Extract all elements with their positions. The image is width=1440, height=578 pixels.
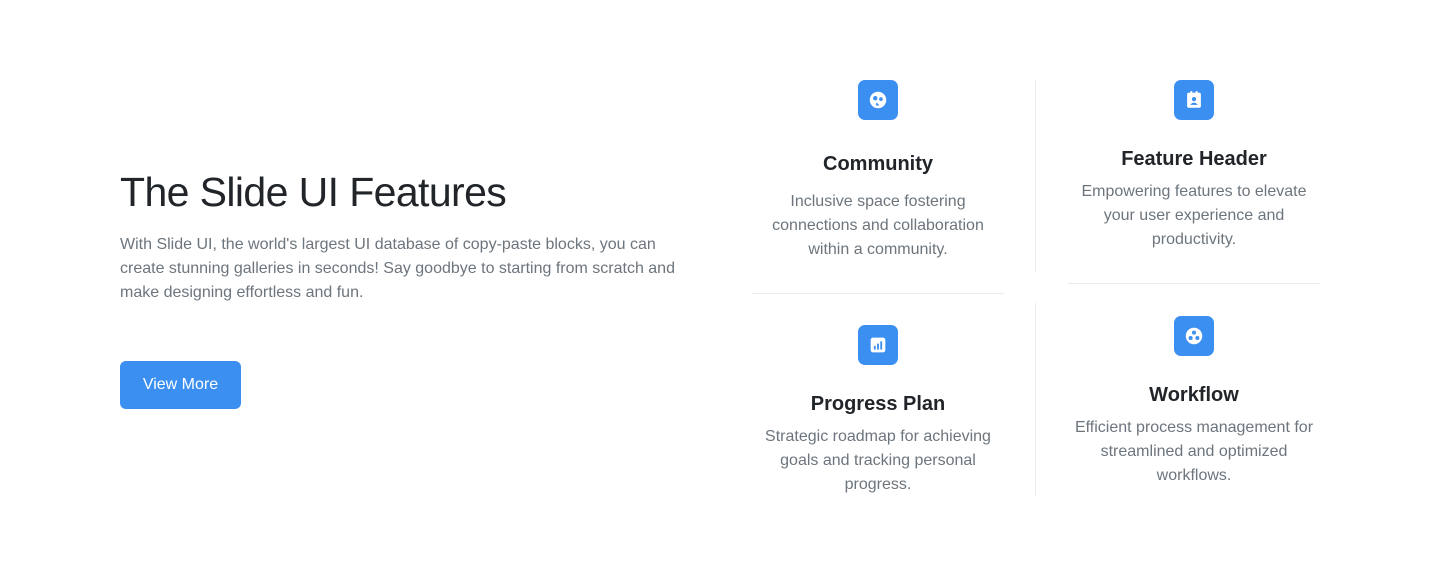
row-divider-left	[752, 293, 1004, 294]
view-more-button[interactable]: View More	[120, 361, 241, 409]
hero-description: With Slide UI, the world's largest UI da…	[120, 236, 675, 301]
feature-card-community: Community Inclusive space fostering conn…	[752, 80, 1004, 262]
feature-title: Community	[823, 153, 933, 175]
page-title: The Slide UI Features	[120, 169, 507, 215]
feature-card-feature-header: Feature Header Empowering features to el…	[1068, 80, 1320, 252]
column-divider-bottom	[1035, 303, 1036, 496]
community-icon	[858, 80, 898, 120]
contact-card-icon	[1174, 80, 1214, 120]
feature-description: Empowering features to elevate your user…	[1081, 183, 1307, 248]
row-divider-right	[1068, 283, 1320, 284]
column-divider-top	[1035, 80, 1036, 272]
feature-title: Feature Header	[1121, 148, 1267, 170]
feature-description: Strategic roadmap for achieving goals an…	[765, 428, 991, 493]
feature-title: Workflow	[1149, 384, 1239, 406]
feature-card-progress-plan: Progress Plan Strategic roadmap for achi…	[752, 325, 1004, 497]
workflow-icon	[1174, 316, 1214, 356]
hero-section: The Slide UI Features With Slide UI, the…	[120, 166, 680, 305]
feature-description: Efficient process management for streaml…	[1074, 419, 1314, 484]
feature-card-workflow: Workflow Efficient process management fo…	[1068, 316, 1320, 488]
feature-title: Progress Plan	[810, 393, 946, 415]
feature-description: Inclusive space fostering connections an…	[772, 193, 984, 258]
chart-icon	[858, 325, 898, 365]
